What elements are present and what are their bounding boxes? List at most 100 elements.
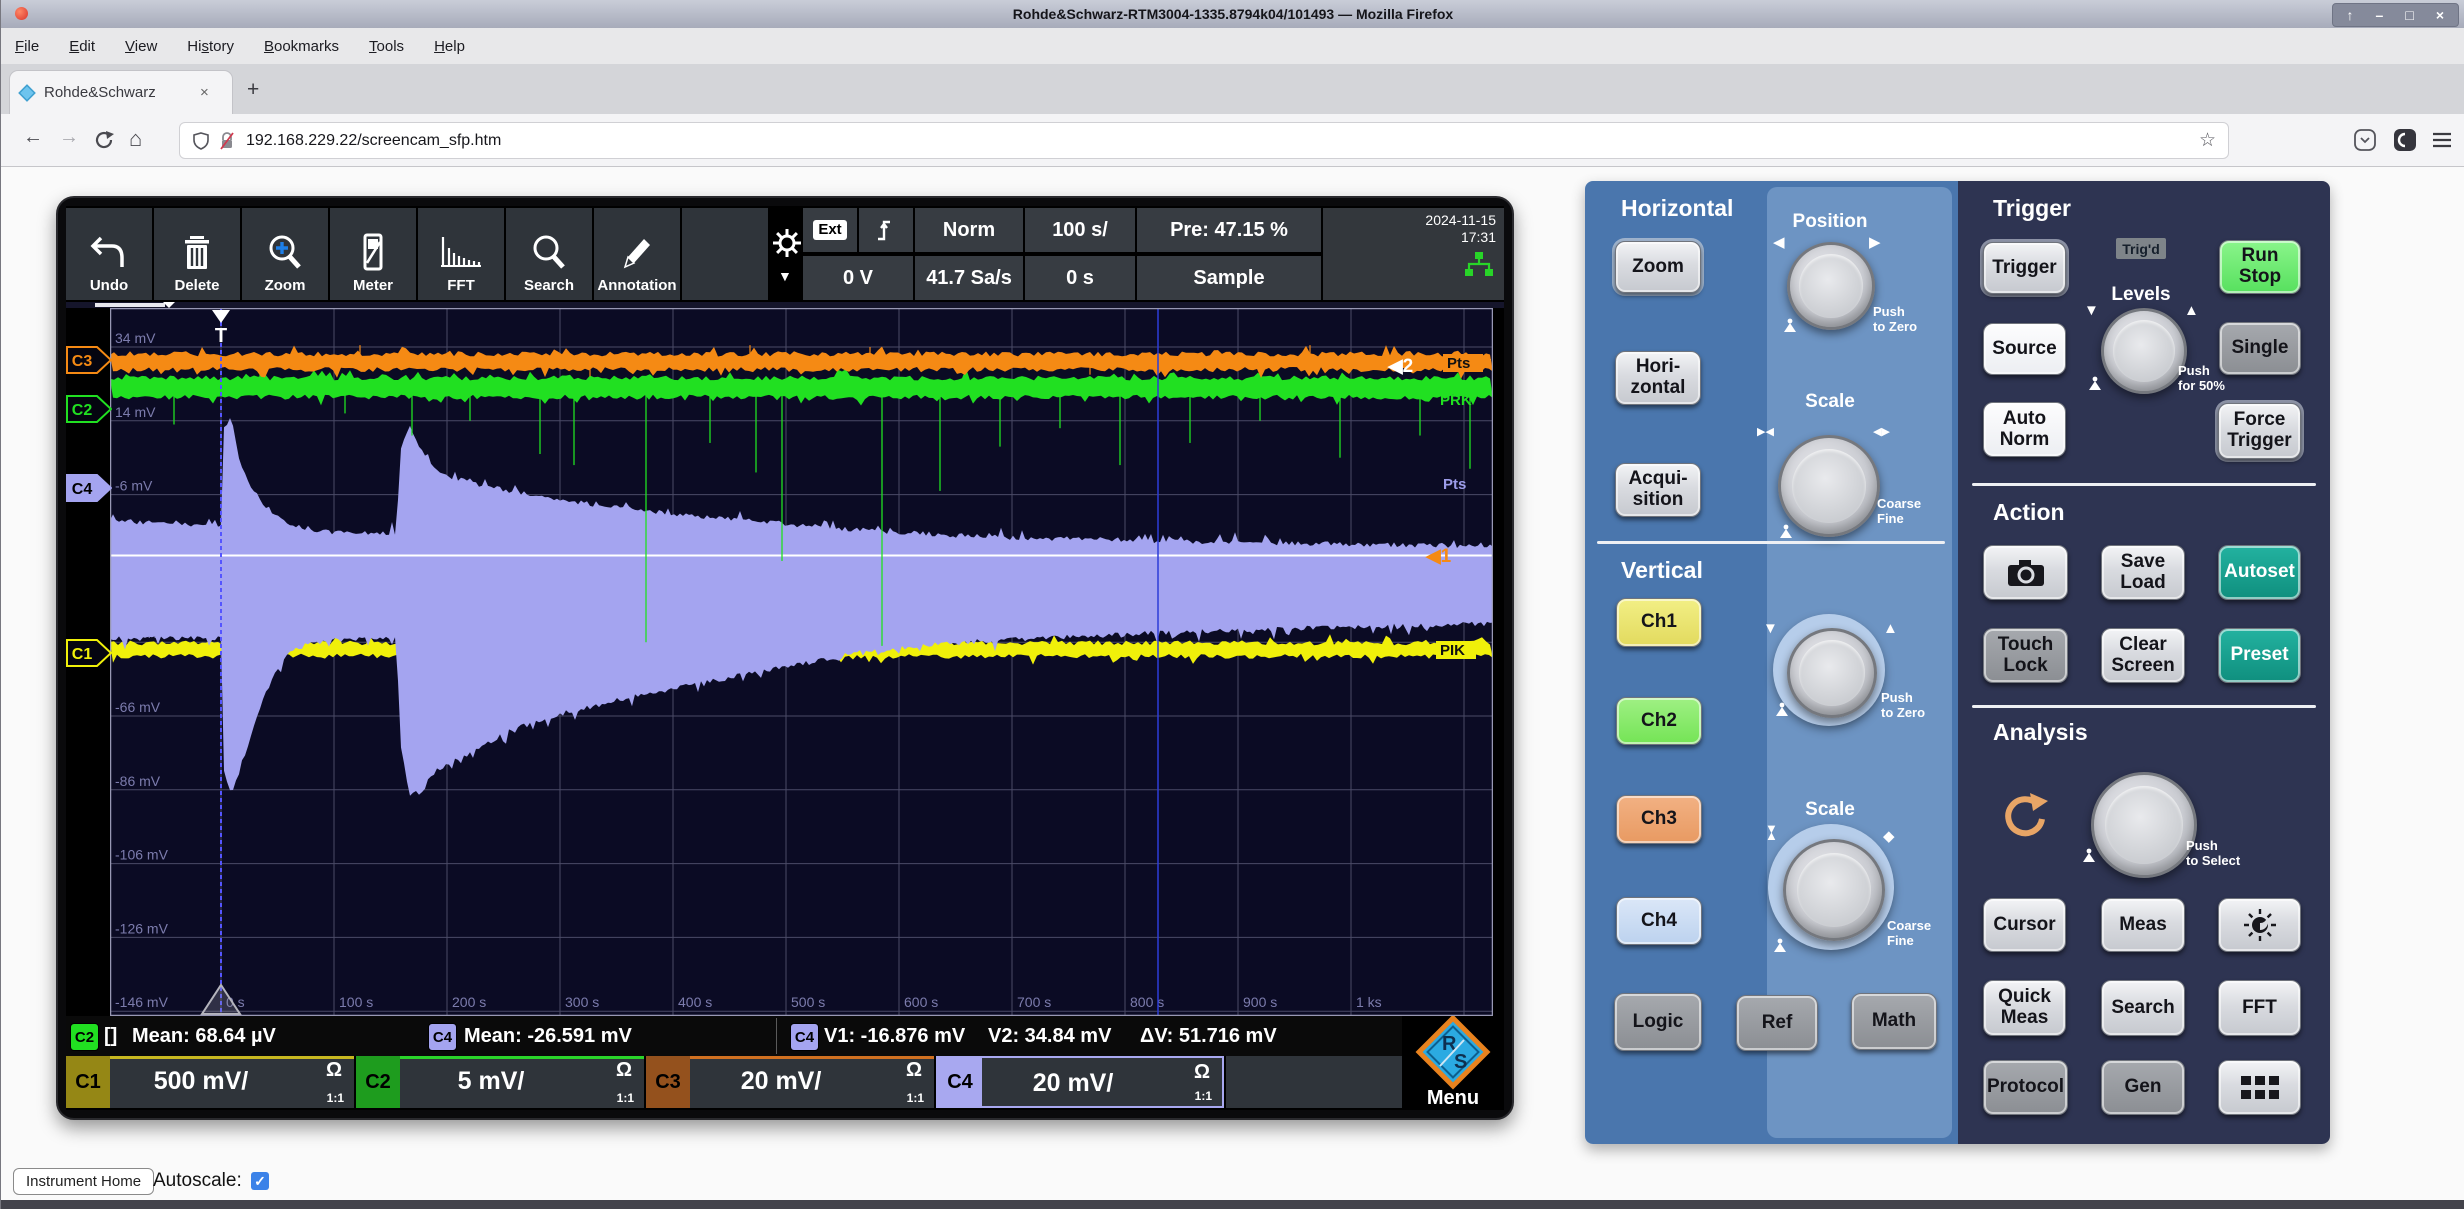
trigger-mode-cell[interactable]: Norm (915, 208, 1023, 252)
search-button[interactable]: Search (2101, 980, 2185, 1036)
cursor-button[interactable]: Cursor (1983, 898, 2066, 952)
ref-button[interactable]: Ref (1736, 995, 1818, 1051)
menu-help[interactable]: Help (434, 38, 465, 55)
auto-norm-button[interactable]: Auto Norm (1983, 402, 2066, 457)
trigger-slope-cell[interactable] (859, 208, 913, 252)
new-tab-button[interactable]: + (247, 78, 259, 102)
url-text[interactable]: 192.168.229.22/screencam_sfp.htm (246, 132, 2199, 150)
chevron-down-icon[interactable]: ▼ (778, 268, 792, 284)
touch-icon (1771, 937, 1789, 953)
preset-button[interactable]: Preset (2218, 628, 2301, 683)
ch1-button[interactable]: Ch1 (1616, 598, 1702, 647)
channel-marker-c3[interactable]: C3 (66, 346, 112, 374)
rs-menu-button[interactable]: R S Menu (1402, 1016, 1504, 1110)
trigger-level-cell[interactable]: 0 V (803, 256, 913, 300)
scope-annotation-button[interactable]: Annotation (594, 208, 680, 300)
hamburger-menu-icon[interactable] (2431, 130, 2453, 150)
intensity-button[interactable] (2218, 898, 2301, 952)
lan-status-icon (1462, 250, 1496, 280)
navigation-rotate-icon[interactable] (2000, 791, 2050, 841)
menu-view[interactable]: View (125, 38, 157, 55)
menu-tools[interactable]: Tools (369, 38, 404, 55)
close-icon[interactable]: × (2436, 7, 2444, 23)
v-position-knob[interactable] (1787, 628, 1877, 718)
acquisition-button[interactable]: Acqui- sition (1615, 463, 1701, 517)
gear-icon[interactable] (772, 228, 802, 258)
scope-delete-button[interactable]: Delete (154, 208, 240, 300)
ch4-button[interactable]: Ch4 (1616, 897, 1702, 945)
ch3-button[interactable]: Ch3 (1616, 795, 1702, 844)
timebase-cell[interactable]: 100 s/ (1025, 208, 1135, 252)
v-scale-knob[interactable] (1783, 839, 1885, 941)
maximize-icon[interactable]: □ (2405, 7, 2413, 23)
gen-button[interactable]: Gen (2101, 1060, 2185, 1115)
h-position-knob[interactable] (1787, 242, 1875, 330)
quick-meas-button[interactable]: Quick Meas (1983, 980, 2066, 1036)
logic-button[interactable]: Logic (1614, 993, 1702, 1051)
meas-button[interactable]: Meas (2101, 898, 2185, 952)
fft-icon (439, 233, 483, 271)
keep-above-icon[interactable]: ↑ (2347, 7, 2354, 23)
protocol-button[interactable]: Protocol (1983, 1060, 2068, 1115)
reload-icon[interactable] (93, 129, 115, 151)
channel-c3-settings[interactable]: C3 20 mV/ Ω 1:1 (646, 1056, 934, 1108)
trigger-source-cell[interactable]: Ext (803, 208, 857, 252)
back-icon[interactable]: ← (23, 126, 43, 149)
svg-text:14 mV: 14 mV (115, 404, 156, 420)
clear-screen-button[interactable]: Clear Screen (2101, 628, 2185, 683)
menu-file[interactable]: File (15, 38, 39, 55)
levels-knob[interactable] (2101, 308, 2187, 394)
menu-edit[interactable]: Edit (69, 38, 95, 55)
meas1-value: Mean: 68.64 µV (132, 1025, 276, 1048)
autoset-button[interactable]: Autoset (2218, 545, 2301, 600)
h-scale-knob[interactable] (1778, 435, 1880, 537)
tab-rohde-schwarz[interactable]: Rohde&Schwarz × (9, 70, 233, 114)
channel-c2-settings[interactable]: C2 5 mV/ Ω 1:1 (356, 1056, 644, 1108)
channel-bar: C1 500 mV/ Ω 1:1 C2 5 mV/ Ω 1:1 C3 20 mV… (66, 1056, 1504, 1108)
channel-marker-c2[interactable]: C2 (66, 395, 112, 423)
channel-c4-settings[interactable]: C4 20 mV/ Ω 1:1 (936, 1056, 1224, 1108)
acquisition-mode-cell[interactable]: Sample (1137, 256, 1321, 300)
save-load-button[interactable]: Save Load (2101, 545, 2185, 600)
navigation-knob[interactable] (2091, 772, 2197, 878)
url-bar[interactable]: 192.168.229.22/screencam_sfp.htm ☆ (179, 122, 2229, 159)
ch2-button[interactable]: Ch2 (1616, 697, 1702, 745)
horizontal-button[interactable]: Hori- zontal (1615, 351, 1701, 405)
forward-icon[interactable]: → (59, 126, 79, 149)
single-button[interactable]: Single (2219, 322, 2301, 375)
tab-close-icon[interactable]: × (200, 84, 209, 101)
run-stop-button[interactable]: Run Stop (2219, 240, 2301, 294)
apps-button[interactable] (2218, 1060, 2301, 1115)
menu-bookmarks[interactable]: Bookmarks (264, 38, 339, 55)
fft-button[interactable]: FFT (2218, 980, 2301, 1036)
touch-icon (1777, 523, 1795, 539)
source-button[interactable]: Source (1983, 323, 2066, 375)
horizontal-position-cell[interactable]: 0 s (1025, 256, 1135, 300)
screenshot-button[interactable] (1983, 545, 2068, 600)
channel-marker-c1[interactable]: C1 (66, 639, 112, 667)
insecure-lock-icon[interactable] (218, 131, 236, 151)
scope-meter-button[interactable]: Meter (330, 208, 416, 300)
zoom-button[interactable]: Zoom (1615, 241, 1701, 293)
channel-c1-settings[interactable]: C1 500 mV/ Ω 1:1 (66, 1056, 354, 1108)
scope-undo-button[interactable]: Undo (66, 208, 152, 300)
bookmark-star-icon[interactable]: ☆ (2199, 129, 2216, 152)
channel-marker-c4[interactable]: C4 (66, 474, 112, 502)
pocket-icon[interactable] (2353, 128, 2377, 152)
shield-icon[interactable] (192, 131, 210, 151)
home-icon[interactable]: ⌂ (129, 126, 142, 152)
touch-lock-button[interactable]: Touch Lock (1983, 628, 2068, 683)
pretrigger-cell[interactable]: Pre: 47.15 % (1137, 208, 1321, 252)
autoscale-checkbox[interactable]: ✓ (251, 1172, 269, 1190)
instrument-home-button[interactable]: Instrument Home (13, 1168, 154, 1195)
math-button[interactable]: Math (1851, 993, 1937, 1050)
scope-search-button[interactable]: Search (506, 208, 592, 300)
account-container-icon[interactable] (2393, 128, 2417, 152)
scope-zoom-button[interactable]: Zoom (242, 208, 328, 300)
trigger-button[interactable]: Trigger (1983, 242, 2066, 294)
svg-text:C1: C1 (72, 646, 93, 663)
minimize-icon[interactable]: – (2376, 7, 2384, 23)
scope-fft-button[interactable]: FFT (418, 208, 504, 300)
menu-history[interactable]: History (187, 38, 234, 55)
force-trigger-button[interactable]: Force Trigger (2218, 403, 2301, 459)
